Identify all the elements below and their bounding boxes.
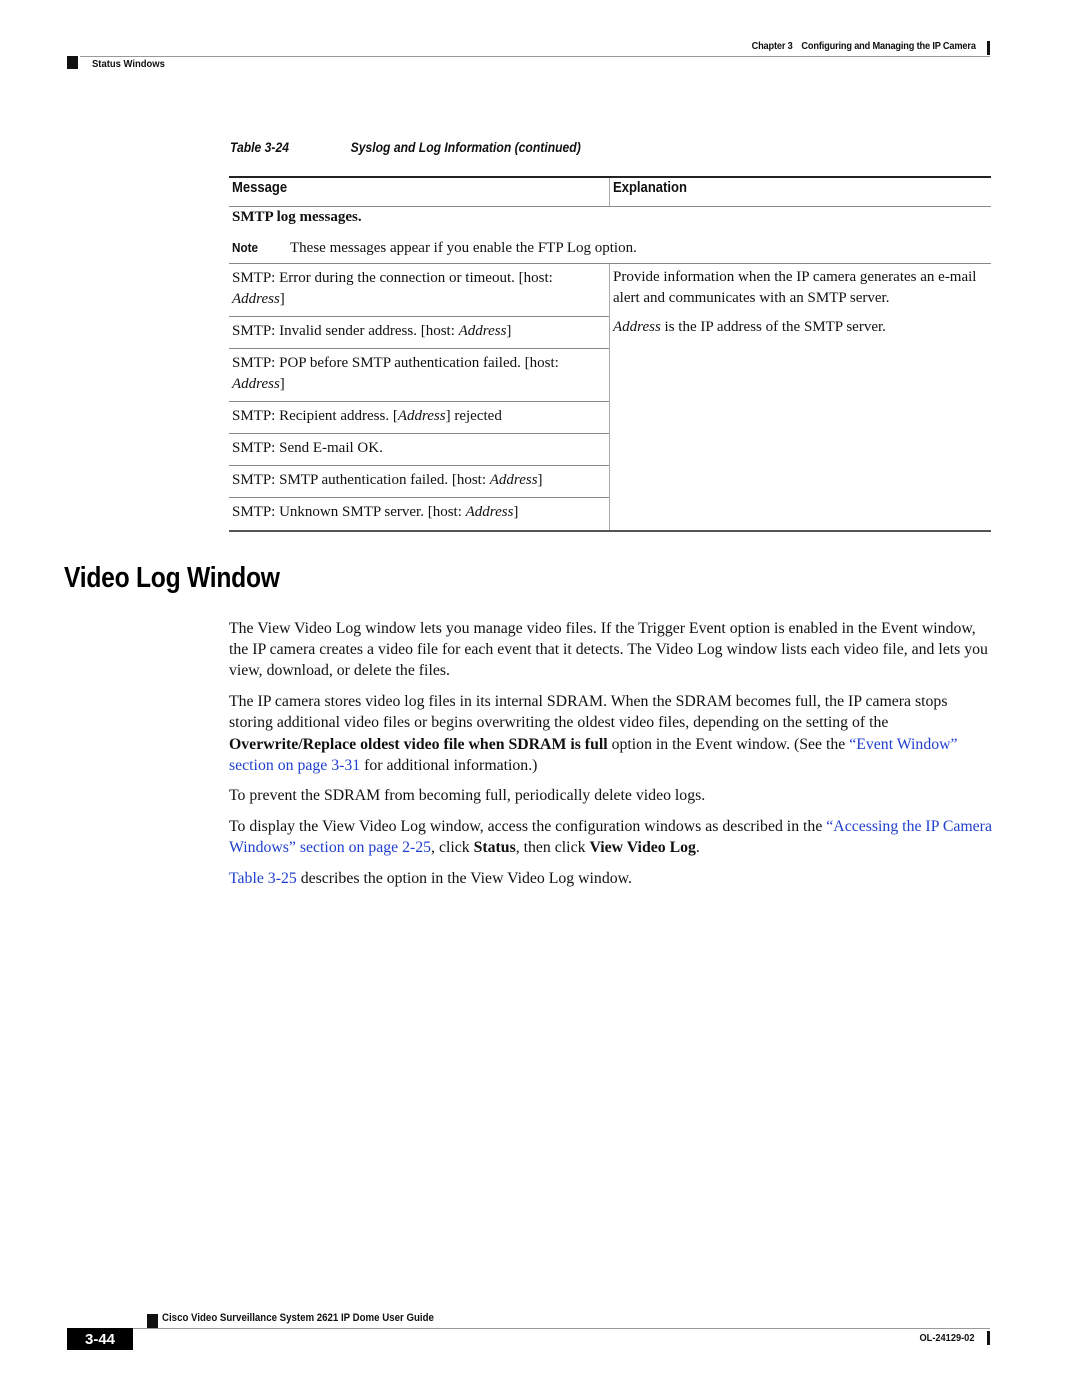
- paragraph-text: describes the option in the View Video L…: [296, 870, 632, 888]
- paragraph-table-ref: Table 3-25 describes the option in the V…: [229, 868, 993, 889]
- explanation-text: Provide information when the IP camera g…: [613, 269, 977, 306]
- message-text: SMTP: POP before SMTP authentication fai…: [232, 355, 559, 371]
- message-text-end: ]: [279, 291, 285, 307]
- chapter-title: Configuring and Managing the IP Camera: [801, 40, 977, 52]
- footer-square-marker: [147, 1314, 158, 1328]
- message-variable: Address: [232, 291, 280, 307]
- note: Note These messages appear if you enable …: [232, 240, 637, 257]
- footer-rule: [133, 1328, 990, 1329]
- message-text: SMTP: SMTP authentication failed. [host:: [232, 472, 490, 488]
- header-bar-marker: [987, 41, 990, 55]
- message-text-end: ]: [513, 504, 519, 520]
- message-text: SMTP: Invalid sender address. [host:: [232, 323, 459, 339]
- header-bottom-rule: [229, 206, 991, 207]
- paragraph-text: , then click: [515, 839, 590, 857]
- paragraph-text: for additional information.): [360, 756, 538, 774]
- column-header-message: Message: [232, 180, 288, 196]
- message-variable: Address: [397, 408, 446, 424]
- table-bottom-rule: [229, 530, 991, 532]
- table-row: SMTP: Recipient address. [Address] rejec…: [229, 402, 609, 434]
- column-divider: [609, 264, 610, 530]
- group-title: SMTP log messages.: [232, 209, 362, 225]
- header-square-marker: [67, 56, 78, 69]
- running-header-chapter: Chapter 3 Configuring and Managing the IP…: [752, 40, 976, 52]
- table-3-25-link[interactable]: Table 3-25: [229, 870, 297, 887]
- message-variable: Address: [489, 472, 538, 488]
- note-text: These messages appear if you enable the …: [290, 240, 637, 256]
- message-text-end: ]: [506, 323, 512, 339]
- paragraph-storage: The IP camera stores video log files in …: [229, 691, 993, 776]
- table-row: SMTP: Unknown SMTP server. [host: Addres…: [229, 498, 609, 529]
- explanation-variable: Address: [613, 319, 661, 335]
- note-label: Note: [232, 240, 259, 255]
- message-text-end: ]: [537, 472, 543, 488]
- page-number: 3-44: [67, 1328, 133, 1350]
- message-variable: Address: [232, 376, 280, 392]
- paragraph-prevent: To prevent the SDRAM from becoming full,…: [229, 787, 706, 805]
- paragraph-display: To display the View Video Log window, ac…: [229, 816, 993, 858]
- table-row: SMTP: SMTP authentication failed. [host:…: [229, 466, 609, 498]
- message-text-end: ]: [279, 376, 285, 392]
- footer-bar-marker: [987, 1331, 990, 1345]
- chapter-label: Chapter 3: [751, 40, 793, 52]
- table-row: SMTP: POP before SMTP authentication fai…: [229, 349, 609, 402]
- section-title: Video Log Window: [64, 562, 280, 594]
- explanation-column: Provide information when the IP camera g…: [613, 267, 989, 346]
- running-header-section: Status Windows: [92, 58, 165, 70]
- paragraph-text: The IP camera stores video log files in …: [229, 693, 948, 732]
- message-text: SMTP: Error during the connection or tim…: [232, 270, 553, 286]
- table-row: SMTP: Error during the connection or tim…: [229, 264, 609, 317]
- column-header-explanation: Explanation: [613, 180, 687, 196]
- header-divider: [609, 178, 610, 206]
- view-video-log-ui-label: View Video Log: [589, 839, 696, 857]
- status-ui-label: Status: [473, 839, 516, 857]
- paragraph-text: , click: [431, 839, 474, 857]
- table-top-rule: [229, 176, 991, 178]
- message-text: SMTP: Recipient address. [: [232, 408, 398, 424]
- explanation-note-text: is the IP address of the SMTP server.: [660, 319, 886, 335]
- explanation-note: Address is the IP address of the SMTP se…: [613, 317, 989, 338]
- table-row: SMTP: Invalid sender address. [host: Add…: [229, 317, 609, 349]
- section-body: The View Video Log window lets you manag…: [229, 618, 993, 899]
- message-text: SMTP: Send E-mail OK.: [232, 440, 383, 456]
- option-name: Overwrite/Replace oldest video file when…: [229, 735, 608, 753]
- document-number: OL-24129-02: [919, 1332, 974, 1344]
- paragraph-text: option in the Event window. (See the: [607, 735, 850, 753]
- table-caption-title: Syslog and Log Information (continued): [350, 140, 581, 155]
- message-column: SMTP: Error during the connection or tim…: [229, 264, 609, 529]
- paragraph-intro: The View Video Log window lets you manag…: [229, 620, 988, 680]
- paragraph-text: To display the View Video Log window, ac…: [229, 818, 827, 836]
- header-rule: [80, 56, 990, 57]
- table-caption-number: Table 3-24: [230, 140, 289, 155]
- message-variable: Address: [458, 323, 507, 339]
- table-caption: Table 3-24 Syslog and Log Information (co…: [230, 140, 581, 155]
- table-row: SMTP: Send E-mail OK.: [229, 434, 609, 466]
- paragraph-text: .: [695, 839, 700, 857]
- message-text: SMTP: Unknown SMTP server. [host:: [232, 504, 466, 520]
- message-text-end: ] rejected: [445, 408, 502, 424]
- message-variable: Address: [465, 504, 514, 520]
- footer-guide-title: Cisco Video Surveillance System 2621 IP …: [162, 1312, 434, 1324]
